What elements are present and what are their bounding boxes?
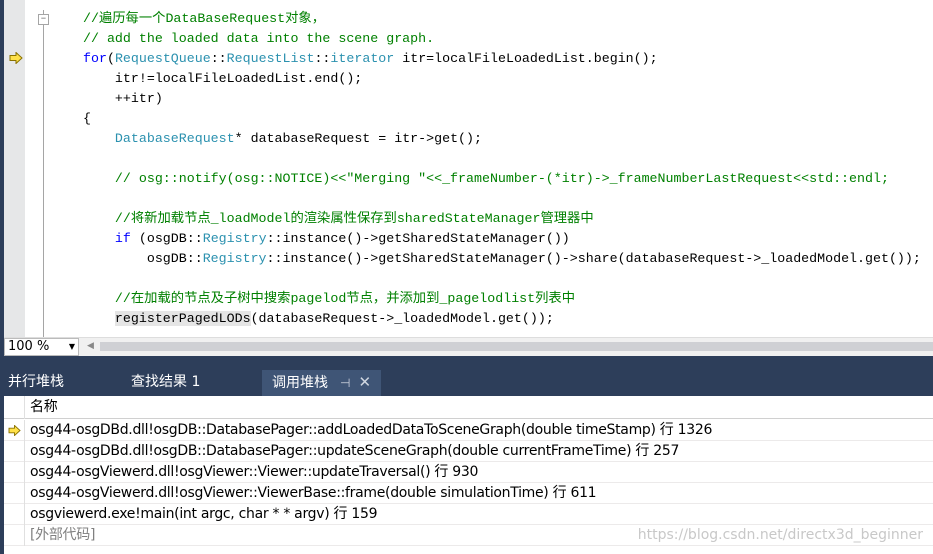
code-token: itr=localFileLoadedList.begin(); (394, 51, 658, 66)
code-token: :: (314, 51, 331, 66)
table-row[interactable]: osg44-osgDBd.dll!osgDB::DatabasePager::a… (4, 420, 933, 441)
code-line: registerPagedLODs(databaseRequest->_load… (83, 309, 921, 329)
code-token: // add the loaded data into the scene gr… (83, 31, 435, 46)
row-indicator (4, 462, 25, 483)
code-token: Registry (202, 251, 267, 266)
table-row[interactable]: osg44-osgViewerd.dll!osgViewer::Viewer::… (4, 462, 933, 483)
current-frame-arrow-icon (8, 425, 21, 436)
code-line: itr!=localFileLoadedList.end(); (83, 69, 921, 89)
tab-label: 并行堆栈 (8, 374, 64, 390)
code-token: ::instance()->getSharedStateManager()) (266, 231, 570, 246)
code-token: ( (106, 51, 115, 66)
code-token: RequestList (226, 51, 315, 66)
code-token: if (114, 231, 131, 246)
collapse-toggle[interactable]: − (38, 14, 49, 25)
tab-label: 调用堆栈 (272, 375, 328, 391)
tool-window-tabs: 并行堆栈 查找结果 1 调用堆栈 ⊣ ✕ (4, 356, 933, 396)
code-token: //遍历每一个DataBaseRequest对象， (83, 11, 326, 26)
code-token: RequestQueue (114, 51, 211, 66)
code-token: registerPagedLODs (114, 311, 251, 326)
table-row[interactable]: osgviewerd.exe!main(int argc, char * * a… (4, 504, 933, 525)
code-token: //在加载的节点及子树中搜索pagelod节点，并添加到_pagelodlist… (114, 291, 576, 306)
outline-line (43, 10, 44, 337)
code-line: //遍历每一个DataBaseRequest对象， (83, 9, 921, 29)
code-token: :: (210, 51, 227, 66)
code-line: // add the loaded data into the scene gr… (83, 29, 921, 49)
code-token: // osg::notify(osg::NOTICE)<<"Merging "<… (114, 171, 889, 186)
scroll-left-icon[interactable]: ◀ (87, 341, 94, 351)
code-token: Registry (202, 231, 267, 246)
frame-name: osg44-osgDBd.dll!osgDB::DatabasePager::a… (30, 422, 713, 438)
frame-name: osg44-osgDBd.dll!osgDB::DatabasePager::u… (30, 443, 680, 459)
row-indicator (4, 420, 25, 441)
current-line-arrow-icon (9, 52, 23, 64)
frame-name: [外部代码] (30, 527, 96, 543)
pin-icon[interactable]: ⊣ (340, 376, 350, 390)
table-row[interactable]: osg44-osgViewerd.dll!osgViewer::ViewerBa… (4, 483, 933, 504)
watermark: https://blog.csdn.net/directx3d_beginner (637, 527, 923, 543)
frame-name: osg44-osgViewerd.dll!osgViewer::ViewerBa… (30, 485, 597, 501)
close-icon[interactable]: ✕ (358, 373, 371, 391)
code-token: (osgDB:: (130, 231, 203, 246)
code-token: for (83, 51, 107, 66)
code-line: //在加载的节点及子树中搜索pagelod节点，并添加到_pagelodlist… (83, 289, 921, 309)
row-indicator (4, 525, 25, 546)
header-cell-icon (4, 396, 25, 419)
tab-label: 查找结果 1 (131, 374, 201, 390)
code-token: iterator (330, 51, 395, 66)
code-line: osgDB::Registry::instance()->getSharedSt… (83, 249, 921, 269)
row-indicator (4, 504, 25, 525)
code-line: //将新加载节点_loadModel的渲染属性保存到sharedStateMan… (83, 209, 921, 229)
scrollbar-thumb[interactable] (100, 342, 933, 351)
code-line: { (83, 109, 921, 129)
frame-name: osg44-osgViewerd.dll!osgViewer::Viewer::… (30, 464, 479, 480)
tab-call-stack[interactable]: 调用堆栈 ⊣ ✕ (262, 370, 382, 396)
code-line: if (osgDB::Registry::instance()->getShar… (83, 229, 921, 249)
code-token: { (83, 111, 91, 126)
table-header: 名称 (4, 396, 933, 419)
zoom-value: 100 % (8, 339, 50, 354)
code-token: ++itr) (83, 91, 163, 106)
frame-name: osgviewerd.exe!main(int argc, char * * a… (30, 506, 378, 522)
code-token: * databaseRequest = itr->get(); (234, 131, 482, 146)
indicator-margin (4, 0, 25, 337)
code-line: DatabaseRequest* databaseRequest = itr->… (83, 129, 921, 149)
zoom-select[interactable]: 100 % ▼ (4, 338, 79, 356)
code-token: itr!=localFileLoadedList.end(); (83, 71, 363, 86)
code-token: ::instance()->getSharedStateManager()->s… (266, 251, 921, 266)
code-token: osgDB:: (83, 251, 203, 266)
row-indicator (4, 441, 25, 462)
header-name: 名称 (30, 399, 58, 415)
table-row[interactable]: osg44-osgDBd.dll!osgDB::DatabasePager::u… (4, 441, 933, 462)
code-editor[interactable]: //遍历每一个DataBaseRequest对象， // add the load… (83, 9, 921, 329)
code-line: ++itr) (83, 89, 921, 109)
chevron-down-icon: ▼ (68, 342, 75, 351)
code-line: for(RequestQueue::RequestList::iterator … (83, 49, 921, 69)
row-indicator (4, 483, 25, 504)
tab-find-results[interactable]: 查找结果 1 (131, 370, 200, 396)
code-token: (databaseRequest->_loadedModel.get()); (250, 311, 554, 326)
code-token: DatabaseRequest (114, 131, 235, 146)
code-line: // osg::notify(osg::NOTICE)<<"Merging "<… (83, 169, 921, 189)
tab-parallel-stacks[interactable]: 并行堆栈 (8, 370, 64, 396)
code-token: //将新加载节点_loadModel的渲染属性保存到sharedStateMan… (114, 211, 594, 226)
